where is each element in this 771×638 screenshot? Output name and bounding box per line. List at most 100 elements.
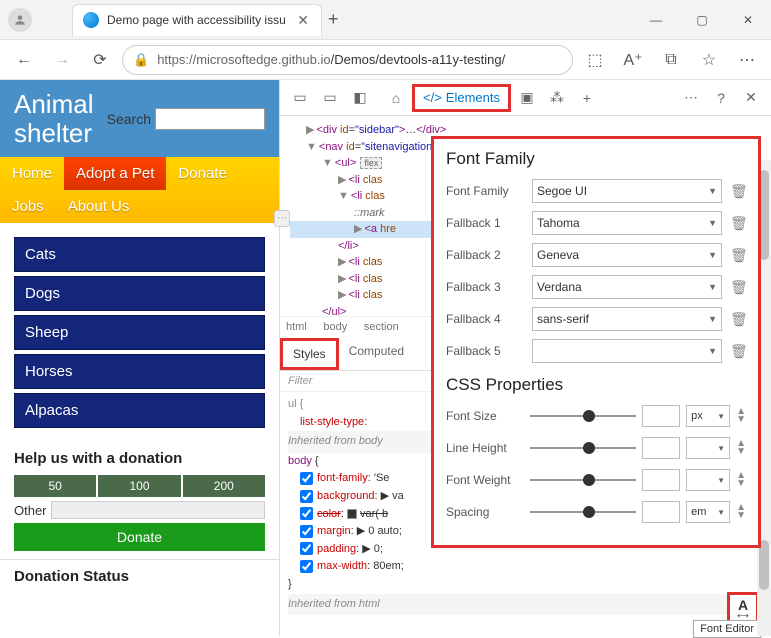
trash-icon[interactable]: 🗑 — [730, 311, 746, 328]
fallback-1-select[interactable]: Tahoma — [532, 211, 722, 235]
spacing-unit[interactable]: em — [686, 501, 730, 523]
trash-icon[interactable]: 🗑 — [730, 215, 746, 232]
spacing-input[interactable] — [642, 501, 680, 523]
read-aloud-icon[interactable]: A⁺ — [617, 44, 649, 76]
list-item[interactable]: Sheep — [14, 315, 265, 350]
line-height-input[interactable] — [642, 437, 680, 459]
prop-toggle[interactable] — [300, 525, 313, 538]
profile-avatar[interactable] — [8, 8, 32, 32]
elements-icon: </> — [423, 90, 442, 105]
font-family-select[interactable]: Segoe UI — [532, 179, 722, 203]
maximize-button[interactable]: ▢ — [679, 0, 725, 40]
welcome-icon[interactable]: ⌂ — [382, 84, 410, 112]
url-host: https://microsoftedge.github.io — [157, 52, 330, 67]
panel-drag-handle[interactable]: ⋯ — [274, 210, 290, 227]
amount-50[interactable]: 50 — [14, 475, 96, 497]
more-icon[interactable]: ⋯ — [731, 44, 763, 76]
nav-about[interactable]: About Us — [56, 190, 142, 223]
devtools-tabs: ▭ ▭ ◧ ⌂ </> Elements ▣ ⁂ + ⋯ ? ✕ — [280, 80, 771, 116]
edge-favicon — [83, 12, 99, 28]
stepper-icon[interactable]: ▲▼ — [736, 472, 746, 488]
rendered-page: Animalshelter Search Home Adopt a Pet Do… — [0, 80, 280, 636]
new-tab-button[interactable]: + — [328, 9, 339, 30]
font-editor-panel: Font Family Font Family Segoe UI 🗑 Fallb… — [431, 136, 761, 548]
prop-toggle[interactable] — [300, 490, 313, 503]
url-path: /Demos/devtools-a11y-testing/ — [331, 52, 506, 67]
stepper-icon[interactable]: ▲▼ — [736, 408, 746, 424]
list-item[interactable]: Cats — [14, 237, 265, 272]
font-size-input[interactable] — [642, 405, 680, 427]
other-label: Other — [14, 503, 47, 518]
search-input[interactable] — [155, 108, 265, 130]
nav-jobs[interactable]: Jobs — [0, 190, 56, 223]
help-icon[interactable]: ? — [707, 84, 735, 112]
window-titlebar: Demo page with accessibility issu ✕ + — … — [0, 0, 771, 40]
inspect-icon[interactable]: ▭ — [286, 84, 314, 112]
css-properties-heading: CSS Properties — [446, 375, 746, 395]
dock-icon[interactable]: ◧ — [346, 84, 374, 112]
close-tab-icon[interactable]: ✕ — [293, 12, 313, 29]
fallback-5-select[interactable] — [532, 339, 722, 363]
stepper-icon[interactable]: ▲▼ — [736, 504, 746, 520]
fallback-3-select[interactable]: Verdana — [532, 275, 722, 299]
status-heading: Donation Status — [14, 568, 265, 585]
line-height-unit[interactable] — [686, 437, 730, 459]
search-label: Search — [107, 111, 151, 127]
fallback-2-select[interactable]: Geneva — [532, 243, 722, 267]
font-weight-input[interactable] — [642, 469, 680, 491]
spacing-slider[interactable] — [530, 511, 636, 513]
donate-button[interactable]: Donate — [14, 523, 265, 551]
amount-100[interactable]: 100 — [98, 475, 180, 497]
other-amount-input[interactable] — [51, 501, 265, 519]
close-window-button[interactable]: ✕ — [725, 0, 771, 40]
collections-icon[interactable]: ⧉ — [655, 44, 687, 76]
nav-adopt[interactable]: Adopt a Pet — [64, 157, 166, 190]
list-item[interactable]: Alpacas — [14, 393, 265, 428]
favorites-icon[interactable]: ☆ — [693, 44, 725, 76]
trash-icon[interactable]: 🗑 — [730, 183, 746, 200]
prop-toggle[interactable] — [300, 507, 313, 520]
font-family-label: Font Family — [446, 184, 524, 198]
add-tab-icon[interactable]: + — [573, 84, 601, 112]
site-title: Animalshelter — [14, 90, 93, 147]
line-height-slider[interactable] — [530, 447, 636, 449]
font-size-unit[interactable]: px — [686, 405, 730, 427]
console-icon[interactable]: ▣ — [513, 84, 541, 112]
shopping-icon[interactable]: ⬚ — [579, 44, 611, 76]
nav-home[interactable]: Home — [0, 157, 64, 190]
prop-toggle[interactable] — [300, 472, 313, 485]
trash-icon[interactable]: 🗑 — [730, 247, 746, 264]
device-icon[interactable]: ▭ — [316, 84, 344, 112]
close-devtools-icon[interactable]: ✕ — [737, 84, 765, 112]
font-size-slider[interactable] — [530, 415, 636, 417]
trash-icon[interactable]: 🗑 — [730, 343, 746, 360]
back-button[interactable]: ← — [8, 44, 40, 76]
refresh-button[interactable]: ⟳ — [84, 44, 116, 76]
prop-toggle[interactable] — [300, 560, 313, 573]
minimize-button[interactable]: — — [633, 0, 679, 40]
page-header: Animalshelter Search — [0, 80, 279, 157]
list-item[interactable]: Dogs — [14, 276, 265, 311]
font-family-heading: Font Family — [446, 149, 746, 169]
stepper-icon[interactable]: ▲▼ — [736, 440, 746, 456]
font-weight-slider[interactable] — [530, 479, 636, 481]
fallback-4-select[interactable]: sans-serif — [532, 307, 722, 331]
tab-computed[interactable]: Computed — [339, 338, 414, 370]
tab-title: Demo page with accessibility issu — [107, 13, 293, 27]
amount-200[interactable]: 200 — [183, 475, 265, 497]
trash-icon[interactable]: 🗑 — [730, 279, 746, 296]
browser-tab[interactable]: Demo page with accessibility issu ✕ — [72, 4, 322, 36]
font-editor-tooltip: Font Editor — [693, 620, 761, 638]
tab-styles[interactable]: Styles — [280, 338, 339, 370]
donation-heading: Help us with a donation — [14, 450, 265, 467]
animal-list: Cats Dogs Sheep Horses Alpacas — [0, 223, 279, 442]
devtools-panel: ⋯ ▭ ▭ ◧ ⌂ </> Elements ▣ ⁂ + ⋯ ? ✕ ▶<div… — [280, 80, 771, 636]
tab-elements[interactable]: </> Elements — [412, 84, 511, 112]
font-weight-unit[interactable] — [686, 469, 730, 491]
issues-icon[interactable]: ⁂ — [543, 84, 571, 112]
more-tools-icon[interactable]: ⋯ — [677, 84, 705, 112]
prop-toggle[interactable] — [300, 542, 313, 555]
nav-donate[interactable]: Donate — [166, 157, 238, 190]
address-bar[interactable]: 🔒 https://microsoftedge.github.io/Demos/… — [122, 45, 573, 75]
list-item[interactable]: Horses — [14, 354, 265, 389]
